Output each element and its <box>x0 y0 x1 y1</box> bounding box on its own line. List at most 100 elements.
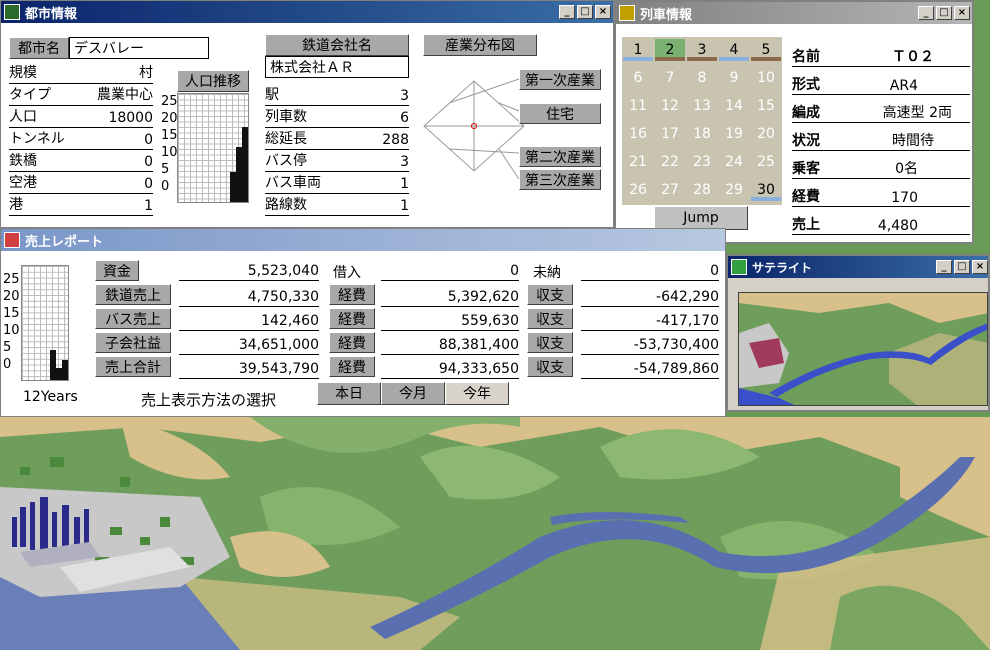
train-slot[interactable]: 10 <box>751 67 781 89</box>
stat-value: 0 <box>144 154 153 170</box>
train-slot[interactable]: 3 <box>687 39 717 61</box>
mid-label[interactable]: 経費 <box>329 332 375 353</box>
industry-residential[interactable]: 住宅 <box>519 103 601 124</box>
train-slot[interactable]: 25 <box>751 151 781 173</box>
train-slot[interactable]: 28 <box>687 179 717 201</box>
right-value: -54,789,860 <box>581 358 719 379</box>
sales-row-label[interactable]: バス売上 <box>95 308 171 329</box>
jump-button[interactable]: Jump <box>654 206 748 230</box>
train-slot[interactable]: 21 <box>623 151 653 173</box>
train-slot[interactable]: 27 <box>655 179 685 201</box>
train-slot[interactable]: 15 <box>751 95 781 117</box>
train-slot[interactable]: 11 <box>623 95 653 117</box>
field-value: 時間待 <box>892 133 934 149</box>
right-label[interactable]: 収支 <box>527 308 573 329</box>
right-label[interactable]: 収支 <box>527 332 573 353</box>
right-value: -417,170 <box>581 310 719 331</box>
game-map[interactable] <box>0 417 990 650</box>
train-slot[interactable]: 4 <box>719 39 749 61</box>
minimize-button[interactable]: _ <box>936 260 952 274</box>
train-slot[interactable]: 23 <box>687 151 717 173</box>
mid-label[interactable]: 経費 <box>329 356 375 377</box>
satellite-map[interactable] <box>738 292 988 406</box>
train-slot[interactable]: 29 <box>719 179 749 201</box>
train-slot[interactable]: 17 <box>655 123 685 145</box>
train-slot[interactable]: 30 <box>751 179 781 201</box>
sales-value-text: 142,460 <box>261 313 319 329</box>
sales-row-label[interactable]: 鉄道売上 <box>95 284 171 305</box>
right-value-text: 0 <box>710 263 719 279</box>
train-slot[interactable]: 6 <box>623 67 653 89</box>
train-slot[interactable]: 5 <box>751 39 781 61</box>
industry-secondary[interactable]: 第二次産業 <box>519 146 601 167</box>
close-button[interactable]: × <box>595 5 611 19</box>
close-button[interactable]: × <box>954 6 970 20</box>
city-info-window: 都市情報 _ □ × 都市名 デスバレー 規模 村 タイプ 農業中心 人口 18000… <box>0 0 614 228</box>
train-slot[interactable]: 7 <box>655 67 685 89</box>
industry-tertiary[interactable]: 第三次産業 <box>519 169 601 190</box>
axis-tick: 25 <box>3 272 20 287</box>
mid-value: 88,381,400 <box>381 334 519 355</box>
close-button[interactable]: × <box>972 260 988 274</box>
mid-label[interactable]: 経費 <box>329 284 375 305</box>
train-slot[interactable]: 26 <box>623 179 653 201</box>
sales-row-label[interactable]: 資金 <box>95 260 139 281</box>
minimize-button[interactable]: _ <box>918 6 934 20</box>
tab-this-month[interactable]: 今月 <box>381 382 445 405</box>
sales-bar <box>56 368 62 380</box>
sales-report-titlebar[interactable]: 売上レポート <box>1 229 725 251</box>
city-info-titlebar[interactable]: 都市情報 _ □ × <box>1 1 613 23</box>
train-slot[interactable]: 9 <box>719 67 749 89</box>
maximize-button[interactable]: □ <box>577 5 593 19</box>
train-slot[interactable]: 12 <box>655 95 685 117</box>
axis-tick: 15 <box>161 128 178 143</box>
train-slot[interactable]: 2 <box>655 39 685 61</box>
population-trend-button[interactable]: 人口推移 <box>177 70 249 92</box>
train-slot-grid: 1 2 3 4 5 6 7 8 9 10 11 12 13 14 15 16 1… <box>622 37 782 205</box>
sales-row-label[interactable]: 売上合計 <box>95 356 171 377</box>
city-name-value: デスバレー <box>69 37 209 59</box>
sales-axis: 25 20 15 10 5 0 <box>3 271 20 373</box>
rail-stat-value: 1 <box>400 176 409 192</box>
industry-primary[interactable]: 第一次産業 <box>519 69 601 90</box>
satellite-icon <box>731 259 747 275</box>
tab-this-year[interactable]: 今年 <box>445 382 509 405</box>
train-slot[interactable]: 24 <box>719 151 749 173</box>
mid-value: 5,392,620 <box>381 286 519 307</box>
train-slot[interactable]: 13 <box>687 95 717 117</box>
maximize-button[interactable]: □ <box>954 260 970 274</box>
minimize-button[interactable]: _ <box>559 5 575 19</box>
mid-value-text: 5,392,620 <box>447 289 519 305</box>
sales-value-text: 5,523,040 <box>247 263 319 279</box>
industry-map-button[interactable]: 産業分布図 <box>423 34 537 56</box>
train-info-titlebar[interactable]: 列車情報 _ □ × <box>616 2 972 24</box>
stat-row: 鉄橋 0 <box>9 151 153 172</box>
train-slot[interactable]: 8 <box>687 67 717 89</box>
train-slot[interactable]: 19 <box>719 123 749 145</box>
right-label[interactable]: 収支 <box>527 284 573 305</box>
train-slot[interactable]: 20 <box>751 123 781 145</box>
maximize-button[interactable]: □ <box>936 6 952 20</box>
field-label: 形式 <box>792 77 820 93</box>
stat-value: 農業中心 <box>97 87 153 103</box>
sales-row-label[interactable]: 子会社益 <box>95 332 171 353</box>
company-name: 株式会社ＡＲ <box>265 56 409 78</box>
mid-value-text: 0 <box>510 263 519 279</box>
axis-tick: 5 <box>161 162 170 177</box>
train-slot[interactable]: 14 <box>719 95 749 117</box>
right-label[interactable]: 収支 <box>527 356 573 377</box>
satellite-title: サテライト <box>752 260 813 275</box>
satellite-titlebar[interactable]: サテライト _ □ × <box>728 256 988 278</box>
train-slot[interactable]: 1 <box>623 39 653 61</box>
rail-stat-label: 駅 <box>265 87 279 103</box>
train-slot[interactable]: 22 <box>655 151 685 173</box>
stat-row: 規模 村 <box>9 63 153 84</box>
train-slot[interactable]: 16 <box>623 123 653 145</box>
tab-today[interactable]: 本日 <box>317 382 381 405</box>
terrain-view[interactable] <box>0 417 990 650</box>
stat-label: 人口 <box>9 109 37 125</box>
mid-label[interactable]: 経費 <box>329 308 375 329</box>
sales-value-text: 39,543,790 <box>238 361 319 377</box>
train-slot[interactable]: 18 <box>687 123 717 145</box>
mid-value: 559,630 <box>381 310 519 331</box>
